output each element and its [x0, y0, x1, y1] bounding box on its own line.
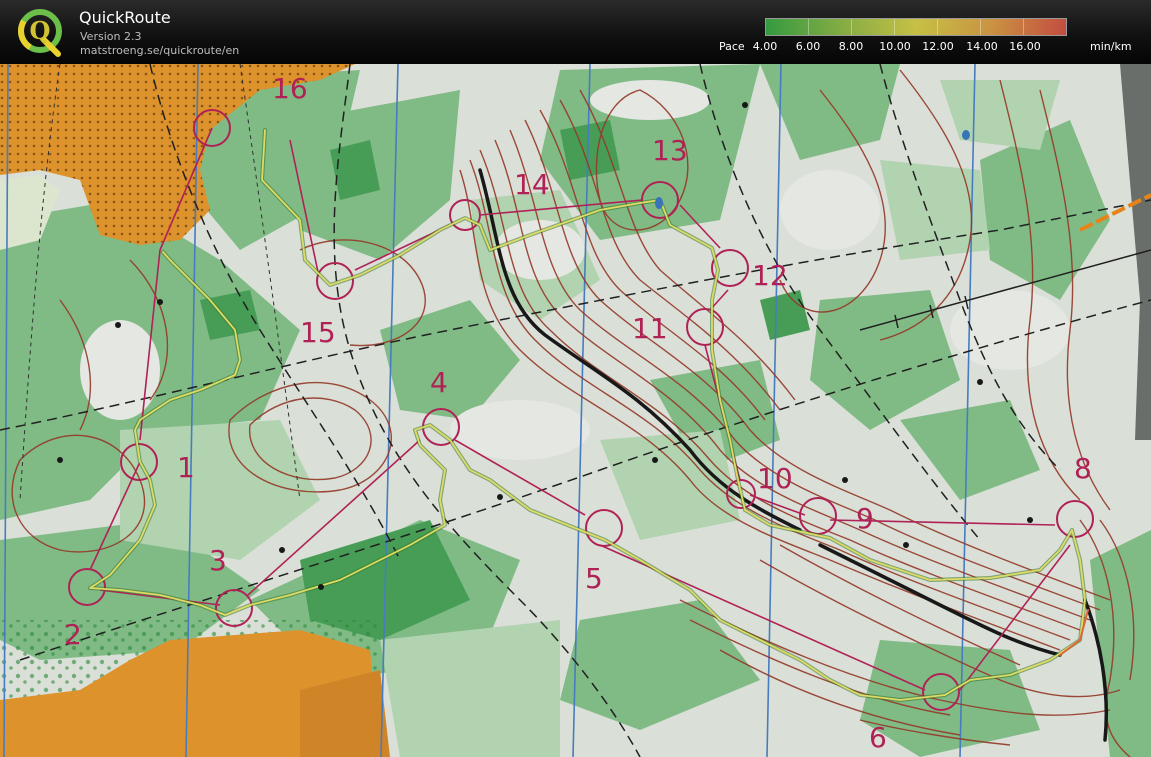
app-version: Version 2.3	[80, 30, 142, 43]
pace-tick-label: 16.00	[1009, 40, 1041, 53]
header-bar: Q QuickRoute Version 2.3 matstroeng.se/q…	[0, 0, 1151, 64]
pace-tick-label: 12.00	[922, 40, 954, 53]
app-url: matstroeng.se/quickroute/en	[80, 44, 240, 57]
pace-tick-label: 8.00	[838, 40, 864, 53]
paper-shading	[0, 64, 1151, 757]
orienteering-map[interactable]: 1 2 3 4 5 6 8 9 10 11 12 13 14 15 16	[0, 64, 1151, 757]
pace-color-scale	[765, 18, 1067, 36]
pace-tick-label: 6.00	[795, 40, 821, 53]
pace-unit-label: min/km	[1090, 40, 1132, 53]
app-title: QuickRoute	[79, 8, 171, 27]
quickroute-window: Q QuickRoute Version 2.3 matstroeng.se/q…	[0, 0, 1151, 757]
pace-tick-label: 14.00	[966, 40, 998, 53]
pace-legend-label: Pace	[719, 40, 745, 53]
pace-tick-label: 10.00	[879, 40, 911, 53]
logo-letter: Q	[30, 16, 51, 45]
quickroute-logo-icon: Q	[18, 9, 62, 57]
pace-tick-label: 4.00	[752, 40, 778, 53]
